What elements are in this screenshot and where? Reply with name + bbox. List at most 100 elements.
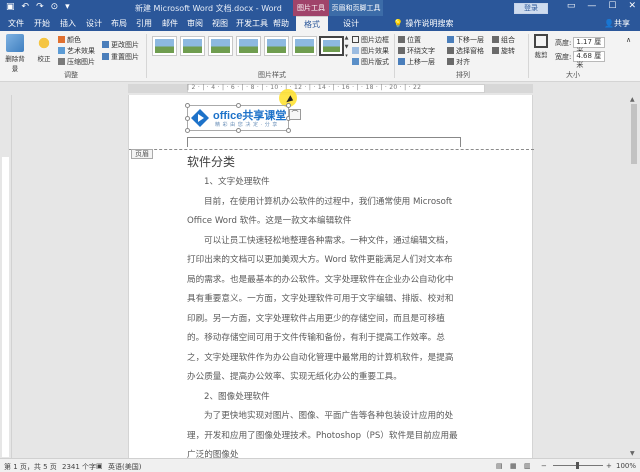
rotate-icon — [492, 47, 499, 54]
reset-picture-icon — [102, 53, 109, 60]
gallery-up-icon[interactable]: ▲ — [343, 35, 350, 41]
collapse-ribbon-icon[interactable]: ∧ — [626, 34, 631, 45]
width-spinner[interactable]: 宽度: 4.68 厘米 — [555, 51, 606, 69]
tab-mailings[interactable]: 邮件 — [162, 16, 178, 31]
picture-style-1[interactable] — [152, 36, 177, 56]
reset-picture-button[interactable]: 重置图片 — [102, 51, 139, 62]
person-icon: 👤 — [604, 19, 614, 28]
picture-style-2[interactable] — [180, 36, 205, 56]
position-button[interactable]: 位置 — [398, 34, 421, 45]
minimize-icon[interactable]: — — [587, 1, 596, 11]
zoom-slider-thumb[interactable] — [576, 462, 579, 469]
picture-style-6[interactable] — [292, 36, 317, 56]
gallery-more-icon[interactable]: ▾ — [343, 53, 350, 59]
tab-format[interactable]: 格式 — [296, 16, 328, 31]
compress-pictures-button[interactable]: 压缩图片 — [58, 56, 95, 67]
tab-design[interactable]: 设计 — [86, 16, 102, 31]
scroll-up-icon[interactable]: ▲ — [630, 96, 635, 103]
selection-pane-button[interactable]: 选择窗格 — [447, 45, 484, 56]
maximize-icon[interactable]: ☐ — [608, 1, 616, 11]
login-button[interactable]: 登录 — [514, 3, 548, 14]
rotate-button[interactable]: 旋转 — [492, 45, 515, 56]
corrections-button[interactable]: 校正 — [34, 34, 54, 63]
resize-handle[interactable] — [236, 128, 241, 133]
tab-view[interactable]: 视图 — [212, 16, 228, 31]
picture-style-7[interactable] — [319, 36, 344, 56]
tab-references[interactable]: 引用 — [136, 16, 152, 31]
touch-mode-icon[interactable]: ⊙ — [51, 2, 59, 12]
resize-handle[interactable] — [236, 103, 241, 108]
picture-style-3[interactable] — [208, 36, 233, 56]
bring-forward-button[interactable]: 上移一层 — [398, 56, 435, 67]
page-count[interactable]: 第 1 页，共 5 页 — [4, 462, 57, 472]
crop-button[interactable]: 裁剪 — [532, 34, 550, 59]
height-input[interactable]: 1.17 厘米 — [573, 37, 606, 55]
picture-effects-button[interactable]: 图片效果 — [352, 45, 389, 56]
document-body[interactable]: 软件分类 1、文字处理软件 目前，在使用计算机办公软件的过程中，我们通常使用 M… — [187, 152, 461, 466]
subheading-1: 1、文字处理软件 — [204, 177, 270, 187]
align-button[interactable]: 对齐 — [447, 56, 470, 67]
tab-review[interactable]: 审阅 — [187, 16, 203, 31]
zoom-out-icon[interactable]: − — [541, 462, 547, 470]
zoom-level[interactable]: 100% — [616, 462, 636, 470]
save-icon[interactable]: ▣ — [6, 2, 15, 12]
artistic-effects-button[interactable]: 艺术效果 — [58, 45, 95, 56]
web-layout-icon[interactable]: ▥ — [524, 462, 531, 470]
compress-icon — [58, 58, 65, 65]
group-label-styles: 图片样式 — [258, 71, 286, 79]
color-button[interactable]: 颜色 — [58, 34, 81, 45]
read-mode-icon[interactable]: ▤ — [496, 462, 503, 470]
scroll-thumb[interactable] — [631, 104, 637, 164]
tell-me-search[interactable]: 💡 操作说明搜索 — [393, 18, 454, 29]
close-icon[interactable]: ✕ — [628, 1, 636, 11]
ribbon-separator — [528, 34, 529, 78]
gallery-down-icon[interactable]: ▼ — [343, 44, 350, 50]
remove-background-button[interactable]: 删除背景 — [4, 34, 26, 73]
style-preview — [323, 40, 340, 52]
ruler-ticks: | 2 · | · 4 · | · 6 · | · 8 · | · 10 · |… — [187, 84, 422, 91]
header-footer-tools-label: 页眉和页脚工具 — [329, 0, 383, 16]
header-logo-image[interactable]: office共享课堂 精 彩 由 您 决 定 · 分 享 — [185, 103, 291, 133]
print-layout-icon[interactable]: ▦ — [510, 462, 517, 470]
tab-developer[interactable]: 开发工具 — [236, 16, 268, 31]
tab-hf-design[interactable]: 设计 — [343, 16, 359, 31]
zoom-in-icon[interactable]: + — [606, 462, 612, 470]
resize-handle[interactable] — [185, 128, 190, 133]
ribbon-display-icon[interactable]: ▭ — [567, 1, 576, 11]
selection-pane-icon — [447, 47, 454, 54]
border-icon — [352, 36, 359, 43]
ribbon: 删除背景 校正 颜色 艺术效果 压缩图片 更改图片 重置图片 调整 ▲ ▼ ▾ … — [0, 31, 640, 82]
picture-border-button[interactable]: 图片边框 — [352, 34, 389, 45]
group-button[interactable]: 组合 — [492, 34, 515, 45]
layout-options-icon[interactable]: ⌒ — [289, 109, 301, 120]
resize-handle[interactable] — [185, 103, 190, 108]
picture-style-5[interactable] — [264, 36, 289, 56]
undo-icon[interactable]: ↶ — [22, 2, 30, 12]
resize-handle[interactable] — [286, 128, 291, 133]
wrap-text-button[interactable]: 环绕文字 — [398, 45, 435, 56]
style-preview — [267, 39, 286, 53]
customize-qa-icon[interactable]: ▾ — [65, 2, 70, 12]
redo-icon[interactable]: ↷ — [36, 2, 44, 12]
share-button[interactable]: 👤共享 — [604, 18, 630, 29]
document-page[interactable]: office共享课堂 精 彩 由 您 决 定 · 分 享 ⌒ 页眉 软件分类 1… — [128, 89, 534, 460]
tab-help[interactable]: 帮助 — [273, 16, 289, 31]
picture-style-4[interactable] — [236, 36, 261, 56]
word-count[interactable]: 2341 个字 — [62, 462, 96, 472]
tab-insert[interactable]: 插入 — [60, 16, 76, 31]
change-picture-button[interactable]: 更改图片 — [102, 39, 139, 50]
tab-layout[interactable]: 布局 — [111, 16, 127, 31]
style-preview — [239, 39, 258, 53]
vertical-scrollbar[interactable]: ▲ ▼ — [628, 95, 640, 458]
language[interactable]: 英语(美国) — [108, 462, 141, 472]
picture-layout-button[interactable]: 图片版式 — [352, 56, 389, 67]
resize-handle[interactable] — [185, 116, 190, 121]
tab-home[interactable]: 开始 — [34, 16, 50, 31]
height-spinner[interactable]: 高度:1.17 厘米 — [555, 37, 606, 55]
proofing-icon[interactable]: ▣ — [96, 462, 103, 470]
width-input[interactable]: 4.68 厘米 — [573, 51, 606, 69]
send-backward-button[interactable]: 下移一层 — [447, 34, 484, 45]
tab-file[interactable]: 文件 — [8, 16, 24, 31]
remove-background-icon — [6, 34, 24, 52]
scroll-down-icon[interactable]: ▼ — [630, 450, 635, 457]
